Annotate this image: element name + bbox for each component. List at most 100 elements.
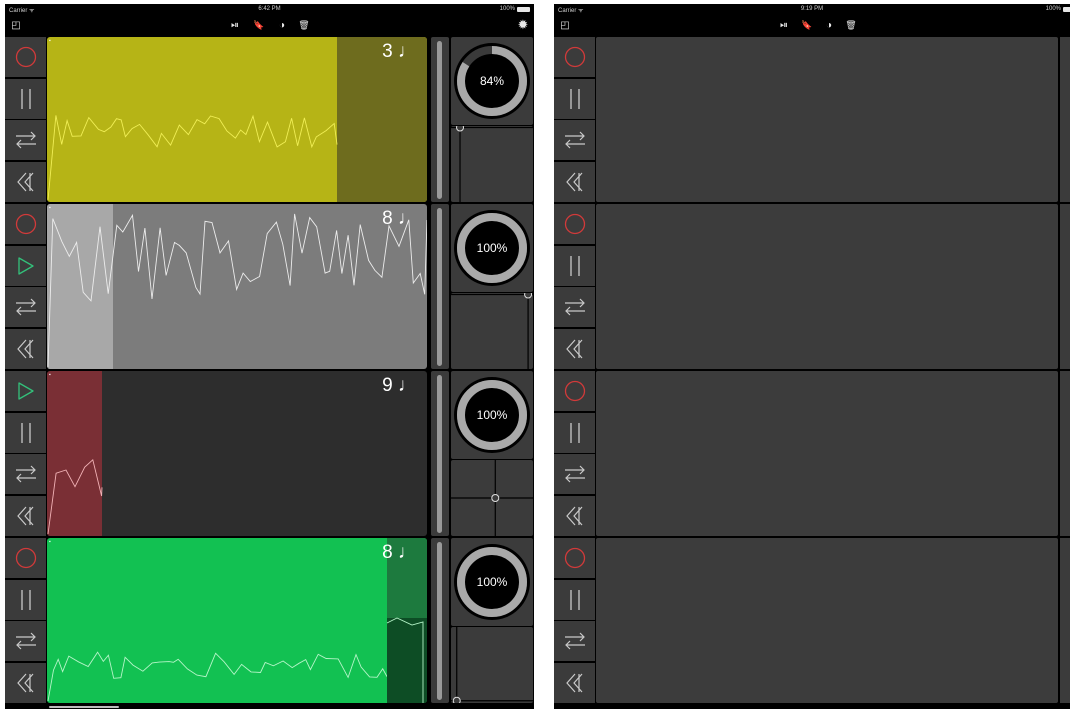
layout-icon[interactable]: ◰ [9,15,23,35]
loop-button[interactable] [5,621,46,661]
rewind-icon [563,170,587,194]
rewind-button[interactable] [554,662,595,703]
loop-icon [563,629,587,653]
play-skip-icon[interactable]: ⏯ [777,15,791,35]
volume-slider[interactable] [431,204,449,369]
pause-button[interactable] [554,579,595,620]
xy-crosshair [451,627,533,703]
loop-button[interactable] [5,454,46,494]
clock: 6:42 PM [258,6,281,12]
pause-icon [14,421,38,445]
pause-icon [563,421,587,445]
clock: 9:19 PM [800,6,824,12]
empty-track-panel[interactable] [596,37,1058,202]
level-label: 100% [476,241,508,255]
waveform-panel[interactable]: ▪ 8 ♩ [47,538,427,703]
pause-button[interactable] [5,78,46,119]
battery-percent: 100% [1045,6,1061,12]
pause-button[interactable] [5,412,46,453]
empty-track-panel[interactable] [596,538,1058,703]
slider-thumb[interactable] [437,41,442,199]
pause-button[interactable] [554,78,595,119]
rewind-button[interactable] [554,495,595,536]
rewind-icon [14,504,38,528]
settings-gear-icon[interactable]: ✹ [516,15,530,35]
pause-button[interactable] [554,412,595,453]
rewind-button[interactable] [554,161,595,202]
record-button[interactable] [554,37,595,77]
toolbar: ◰ ⏯ 🔖 ◑ 🗑 [554,15,1070,35]
slider-thumb[interactable] [437,542,442,700]
pause-icon [14,87,38,111]
record-button[interactable] [5,538,46,578]
play-skip-icon[interactable]: ⏯ [228,15,242,35]
level-gauge[interactable]: 100% [451,538,533,626]
bookmark-icon[interactable]: 🔖 [252,15,266,35]
volume-slider[interactable] [431,371,449,536]
beat-count: 8 ♩ [382,208,417,229]
level-gauge[interactable]: 100% [451,371,533,459]
rewind-button[interactable] [5,161,46,202]
rewind-button[interactable] [5,328,46,369]
record-icon [14,45,38,69]
volume-slider[interactable] [1060,538,1070,703]
scroll-indicator[interactable] [49,706,119,708]
trash-icon[interactable]: 🗑 [297,15,311,35]
volume-slider[interactable] [1060,37,1070,202]
loop-button[interactable] [5,287,46,327]
battery-icon [517,6,530,12]
xy-pad[interactable] [451,126,533,202]
rewind-icon [14,337,38,361]
pause-button[interactable] [554,245,595,286]
layout-icon[interactable]: ◰ [558,15,572,35]
xy-pad[interactable] [451,627,533,703]
rewind-button[interactable] [554,328,595,369]
pause-button[interactable] [5,579,46,620]
waveform-panel[interactable]: ▪ 8 ♩ [47,204,427,369]
xy-pad[interactable] [451,460,533,536]
volume-slider[interactable] [1060,204,1070,369]
loop-button[interactable] [554,454,595,494]
xy-crosshair [451,293,533,369]
xy-pad[interactable] [451,293,533,369]
play-button[interactable] [5,245,46,286]
pause-icon [563,254,587,278]
loop-button[interactable] [554,120,595,160]
contrast-icon[interactable]: ◑ [275,15,289,35]
status-bar: Carrier ᯤ 6:42 PM 100% [5,4,534,14]
loop-button[interactable] [5,120,46,160]
level-label: 84% [479,74,505,88]
toolbar: ◰ ⏯ 🔖 ◑ 🗑 ✹ [5,15,534,35]
level-gauge[interactable]: 100% [451,204,533,292]
volume-slider[interactable] [431,538,449,703]
loop-button[interactable] [554,287,595,327]
slider-thumb[interactable] [437,208,442,366]
record-icon [563,212,587,236]
record-button[interactable] [554,371,595,411]
record-button[interactable] [5,204,46,244]
record-button[interactable] [5,37,46,77]
slider-thumb[interactable] [437,375,442,533]
waveform-panel[interactable]: ▪ 3 ♩ [47,37,427,202]
level-label: 100% [476,575,508,589]
trash-icon[interactable]: 🗑 [844,15,858,35]
record-button[interactable] [554,204,595,244]
pause-icon [14,588,38,612]
play-button[interactable] [5,371,46,411]
volume-slider[interactable] [431,37,449,202]
loop-icon [563,295,587,319]
loop-button[interactable] [554,621,595,661]
loop-icon [14,462,38,486]
level-gauge[interactable]: 84% [451,37,533,125]
empty-track-panel[interactable] [596,204,1058,369]
rewind-button[interactable] [5,662,46,703]
bookmark-icon[interactable]: 🔖 [800,15,814,35]
rewind-button[interactable] [5,495,46,536]
waveform-panel[interactable]: ▪ 9 ♩ [47,371,427,536]
battery-percent: 100% [499,6,515,12]
empty-track-panel[interactable] [596,371,1058,536]
record-button[interactable] [554,538,595,578]
volume-slider[interactable] [1060,371,1070,536]
play-icon [14,254,38,278]
contrast-icon[interactable]: ◑ [822,15,836,35]
